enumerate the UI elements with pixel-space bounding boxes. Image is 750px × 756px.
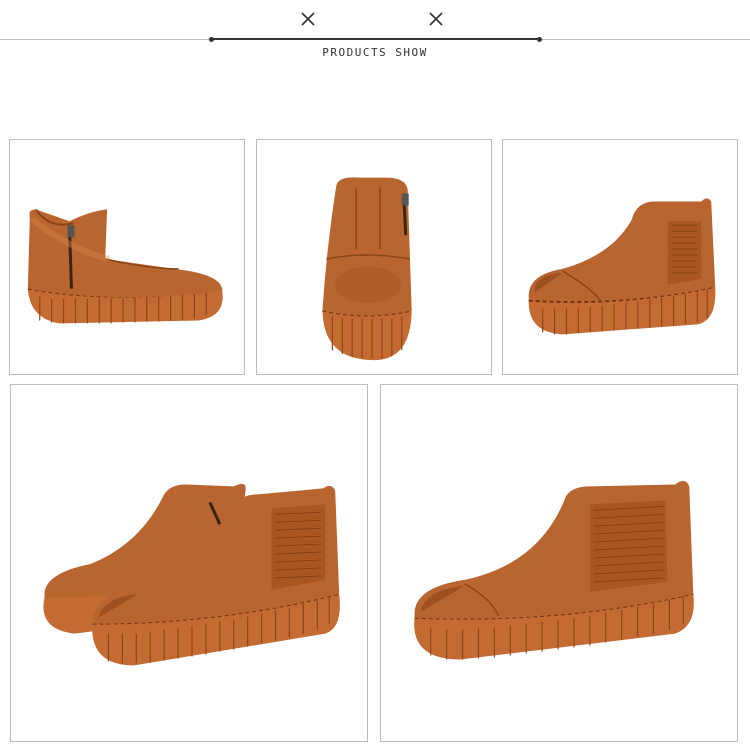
section-title: PRODUCTS SHOW [322,46,428,59]
header-accent-bar [211,38,540,40]
product-image-back[interactable] [256,139,492,375]
product-image-pair[interactable] [10,384,368,742]
boot-side-zip-image [27,208,223,324]
close-x-icon [301,12,315,26]
header-dot-right [537,37,542,42]
boot-three-quarter-image [414,480,694,660]
close-x-icon [429,12,443,26]
product-image-side-zip[interactable] [9,139,245,375]
product-image-side-elastic[interactable] [502,139,738,375]
boot-back-image [322,177,412,361]
boot-side-elastic-image [528,198,716,335]
header-dot-left [209,37,214,42]
product-image-front-three-quarter[interactable] [380,384,738,742]
boot-pair-image [43,483,340,666]
